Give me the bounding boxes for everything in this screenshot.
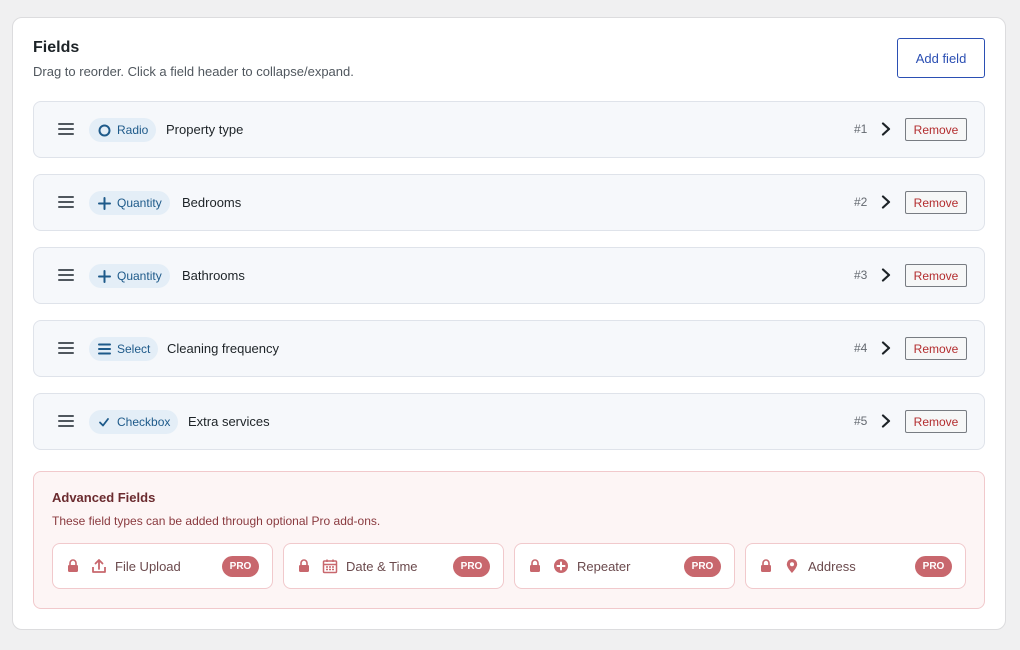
field-type-label: Checkbox xyxy=(117,415,171,429)
advanced-subtitle: These field types can be added through o… xyxy=(52,514,381,528)
panel-title: Fields xyxy=(33,39,80,56)
chevron-right-icon[interactable] xyxy=(879,120,893,138)
chevron-right-icon[interactable] xyxy=(879,193,893,211)
field-type-badge: Quantity xyxy=(89,264,170,288)
field-row[interactable]: Radio Property type #1 Remove xyxy=(33,101,985,158)
radio-icon xyxy=(97,123,111,137)
field-type-badge: Select xyxy=(89,337,159,361)
map-pin-icon xyxy=(784,558,800,574)
field-label: Extra services xyxy=(188,414,270,429)
field-type-badge: Quantity xyxy=(89,191,170,215)
advanced-item-address: Address PRO xyxy=(745,543,966,589)
drag-handle-icon[interactable] xyxy=(58,342,74,354)
field-number: #4 xyxy=(854,341,868,355)
field-number: #5 xyxy=(854,414,868,428)
fields-panel: Fields Drag to reorder. Click a field he… xyxy=(12,17,1006,630)
remove-button[interactable]: Remove xyxy=(905,191,967,214)
lock-icon xyxy=(760,559,772,573)
field-label: Bedrooms xyxy=(182,195,242,210)
field-type-badge: Checkbox xyxy=(89,410,179,434)
chevron-right-icon[interactable] xyxy=(879,339,893,357)
calendar-icon xyxy=(322,558,338,574)
drag-handle-icon[interactable] xyxy=(58,123,74,135)
field-number: #1 xyxy=(854,122,868,136)
advanced-item-file-upload: File Upload PRO xyxy=(52,543,273,589)
remove-button[interactable]: Remove xyxy=(905,410,967,433)
field-row[interactable]: Quantity Bathrooms #3 Remove xyxy=(33,247,985,304)
field-type-badge: Radio xyxy=(89,118,157,142)
chevron-right-icon[interactable] xyxy=(879,266,893,284)
list-icon xyxy=(97,342,111,356)
field-number: #3 xyxy=(854,268,868,282)
field-type-label: Radio xyxy=(117,123,149,137)
advanced-item-label: Repeater xyxy=(577,559,631,574)
upload-icon xyxy=(91,558,107,574)
pro-badge: PRO xyxy=(915,556,952,577)
remove-button[interactable]: Remove xyxy=(905,118,967,141)
field-type-label: Select xyxy=(117,342,151,356)
remove-button[interactable]: Remove xyxy=(905,337,967,360)
advanced-fields-section: Advanced Fields These field types can be… xyxy=(33,471,985,609)
pro-badge: PRO xyxy=(222,556,259,577)
checkmark-icon xyxy=(97,415,111,429)
drag-handle-icon[interactable] xyxy=(58,196,74,208)
advanced-item-label: Date & Time xyxy=(346,559,418,574)
field-type-label: Quantity xyxy=(117,269,162,283)
add-field-button[interactable]: Add field xyxy=(897,38,985,78)
field-number: #2 xyxy=(854,195,868,209)
remove-button[interactable]: Remove xyxy=(905,264,967,287)
plus-icon xyxy=(97,196,111,210)
pro-badge: PRO xyxy=(453,556,490,577)
lock-icon xyxy=(529,559,541,573)
field-row[interactable]: Quantity Bedrooms #2 Remove xyxy=(33,174,985,231)
plus-icon xyxy=(97,269,111,283)
advanced-item-date-time: Date & Time PRO xyxy=(283,543,504,589)
field-type-label: Quantity xyxy=(117,196,162,210)
chevron-right-icon[interactable] xyxy=(879,412,893,430)
plus-circle-icon xyxy=(553,558,569,574)
field-label: Cleaning frequency xyxy=(167,341,280,356)
advanced-title: Advanced Fields xyxy=(52,490,156,505)
advanced-item-repeater: Repeater PRO xyxy=(514,543,735,589)
pro-badge: PRO xyxy=(684,556,721,577)
panel-subtitle: Drag to reorder. Click a field header to… xyxy=(33,64,354,79)
field-label: Bathrooms xyxy=(182,268,245,283)
advanced-item-label: Address xyxy=(808,559,856,574)
lock-icon xyxy=(298,559,310,573)
field-row[interactable]: Checkbox Extra services #5 Remove xyxy=(33,393,985,450)
field-row[interactable]: Select Cleaning frequency #4 Remove xyxy=(33,320,985,377)
advanced-item-label: File Upload xyxy=(115,559,181,574)
drag-handle-icon[interactable] xyxy=(58,269,74,281)
drag-handle-icon[interactable] xyxy=(58,415,74,427)
lock-icon xyxy=(67,559,79,573)
field-label: Property type xyxy=(166,122,244,137)
